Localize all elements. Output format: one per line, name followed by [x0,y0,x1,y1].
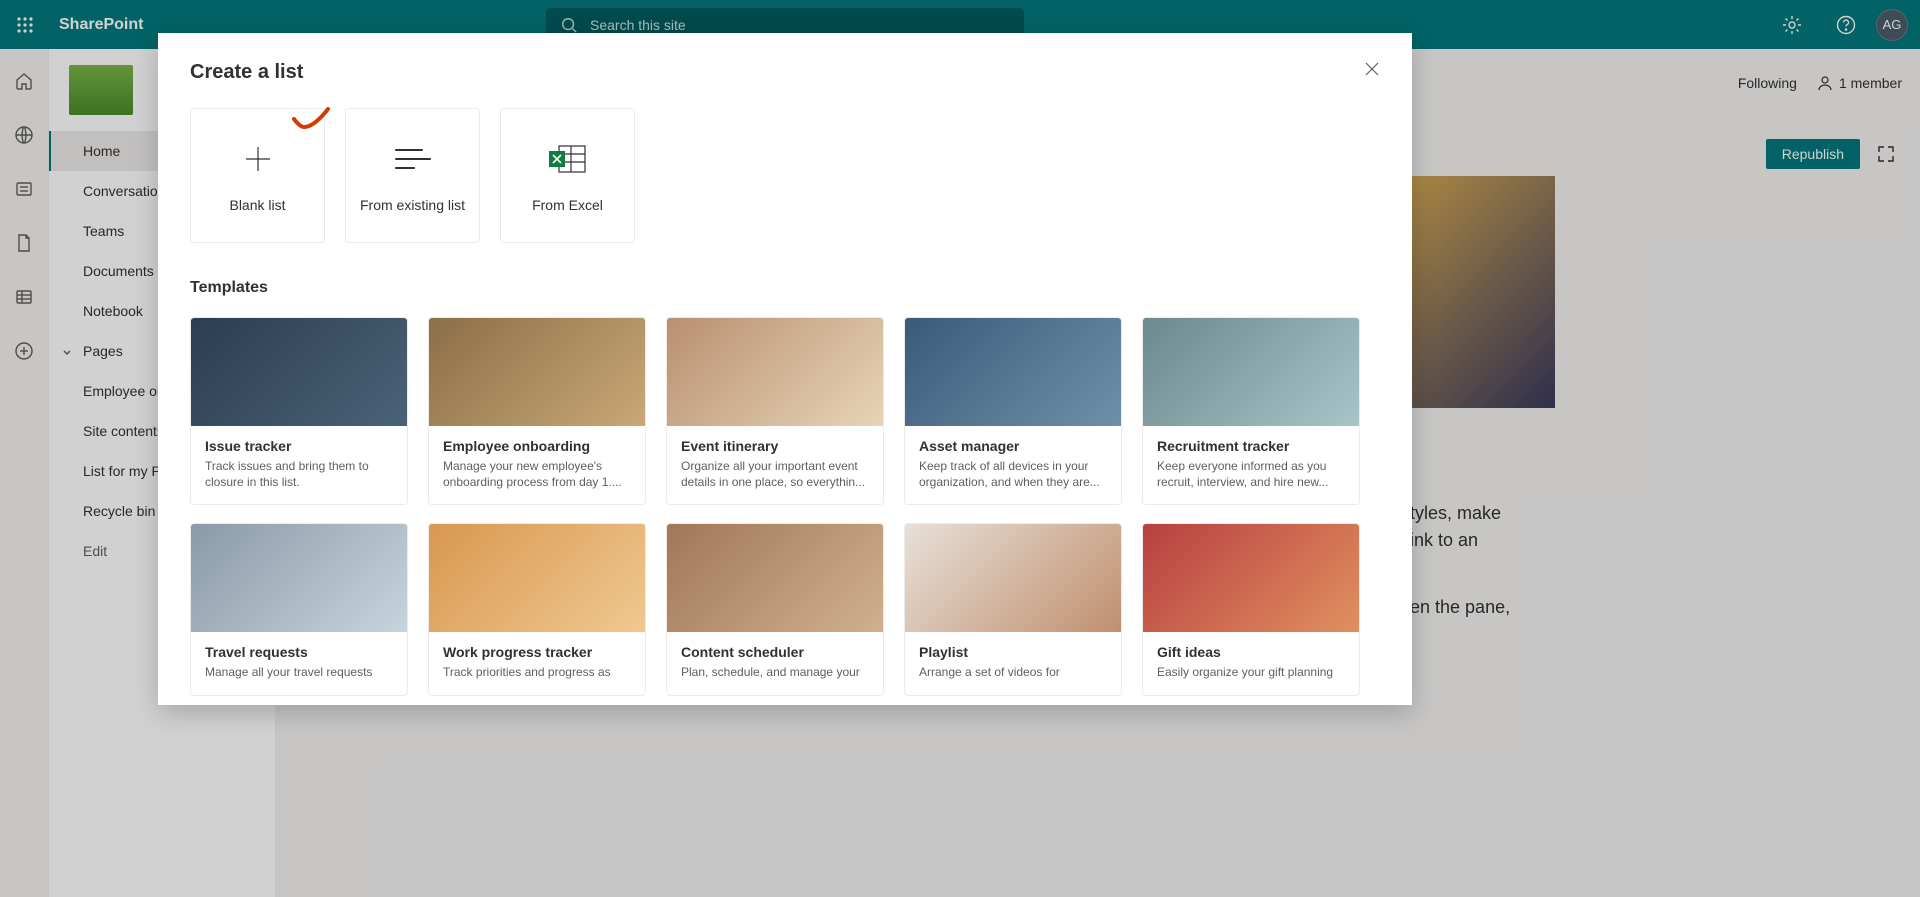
template-card-asset-manager[interactable]: Asset manager Keep track of all devices i… [904,317,1122,505]
plus-icon [242,139,274,179]
template-card-content-scheduler[interactable]: Content scheduler Plan, schedule, and man… [666,523,884,695]
template-title: Asset manager [919,438,1107,454]
template-description: Easily organize your gift planning [1157,664,1345,680]
template-description: Arrange a set of videos for [919,664,1107,680]
template-description: Keep track of all devices in your organi… [919,458,1107,490]
template-title: Issue tracker [205,438,393,454]
template-thumbnail [905,318,1121,426]
close-button[interactable] [1356,53,1388,85]
template-thumbnail [667,318,883,426]
template-description: Manage all your travel requests [205,664,393,680]
template-card-travel-requests[interactable]: Travel requests Manage all your travel re… [190,523,408,695]
template-title: Content scheduler [681,644,869,660]
template-card-recruitment-tracker[interactable]: Recruitment tracker Keep everyone informe… [1142,317,1360,505]
template-card-event-itinerary[interactable]: Event itinerary Organize all your importa… [666,317,884,505]
templates-title: Templates [190,279,1380,297]
excel-icon [549,139,587,179]
template-description: Keep everyone informed as you recruit, i… [1157,458,1345,490]
template-thumbnail [429,318,645,426]
template-card-gift-ideas[interactable]: Gift ideas Easily organize your gift plan… [1142,523,1360,695]
modal-body: Create a list Blank list From existing l… [158,33,1412,705]
modal-title: Create a list [190,61,1380,84]
create-options-row: Blank list From existing list From Excel [190,108,1380,243]
create-option-blank-list[interactable]: Blank list [190,108,325,243]
template-grid: Issue tracker Track issues and bring them… [190,317,1380,696]
template-card-work-progress-tracker[interactable]: Work progress tracker Track priorities an… [428,523,646,695]
create-option-label: Blank list [229,197,285,213]
create-option-label: From existing list [360,197,465,213]
template-description: Plan, schedule, and manage your [681,664,869,680]
template-title: Recruitment tracker [1157,438,1345,454]
template-description: Track priorities and progress as [443,664,631,680]
create-list-modal: Create a list Blank list From existing l… [158,33,1412,705]
template-description: Organize all your important event detail… [681,458,869,490]
template-thumbnail [429,524,645,632]
template-card-playlist[interactable]: Playlist Arrange a set of videos for [904,523,1122,695]
template-title: Work progress tracker [443,644,631,660]
template-card-issue-tracker[interactable]: Issue tracker Track issues and bring them… [190,317,408,505]
template-thumbnail [1143,524,1359,632]
template-thumbnail [191,318,407,426]
template-title: Travel requests [205,644,393,660]
template-thumbnail [1143,318,1359,426]
template-card-employee-onboarding[interactable]: Employee onboarding Manage your new emplo… [428,317,646,505]
template-thumbnail [191,524,407,632]
template-title: Gift ideas [1157,644,1345,660]
template-description: Manage your new employee's onboarding pr… [443,458,631,490]
template-thumbnail [667,524,883,632]
create-option-from-existing[interactable]: From existing list [345,108,480,243]
close-icon [1364,61,1380,77]
create-option-label: From Excel [532,197,603,213]
template-title: Employee onboarding [443,438,631,454]
template-title: Playlist [919,644,1107,660]
list-lines-icon [394,139,432,179]
template-title: Event itinerary [681,438,869,454]
create-option-from-excel[interactable]: From Excel [500,108,635,243]
template-description: Track issues and bring them to closure i… [205,458,393,490]
checkmark-annotation-icon [290,105,332,138]
template-thumbnail [905,524,1121,632]
